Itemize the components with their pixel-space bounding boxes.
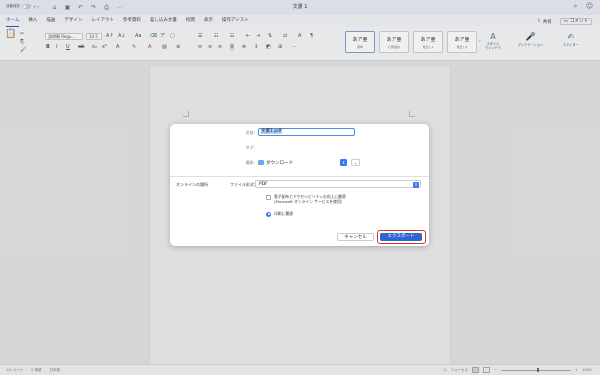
option-print[interactable]: 印刷に最適 xyxy=(266,211,293,217)
filename-input[interactable]: 文書1.pdf xyxy=(258,128,355,136)
folder-icon xyxy=(258,160,264,165)
where-label: 場所: xyxy=(245,160,255,165)
file-format-value: PDF xyxy=(259,182,268,187)
tags-label: タグ: xyxy=(245,145,255,150)
cancel-button[interactable]: キャンセル xyxy=(337,233,374,241)
option-accessibility[interactable]: 電子配布とアクセシビリティの向上に最適 (Microsoft オンライン サービ… xyxy=(266,194,346,204)
online-locations-button[interactable]: オンラインの場所 xyxy=(176,182,208,188)
location-select[interactable]: ダウンロード ⇕ ⌄ xyxy=(258,159,360,166)
option-accessibility-checkbox[interactable] xyxy=(266,194,271,200)
divider xyxy=(170,176,429,177)
location-value: ダウンロード xyxy=(266,160,293,166)
name-label: 名前: xyxy=(245,130,255,135)
filename-value: 文書1.pdf xyxy=(261,129,282,134)
tags-input[interactable] xyxy=(258,143,355,151)
export-button[interactable]: エクスポート xyxy=(380,233,422,241)
export-dialog: 名前: 文書1.pdf タグ: 場所: ダウンロード ⇕ ⌄ オンラインの場所 … xyxy=(170,124,429,246)
file-format-label: ファイル形式: xyxy=(230,182,256,187)
option-print-radio[interactable] xyxy=(266,211,271,217)
option-print-label: 印刷に最適 xyxy=(274,211,293,216)
updown-chevron-icon[interactable]: ⇕ xyxy=(340,159,347,166)
expand-chevron-icon[interactable]: ⌄ xyxy=(351,159,360,166)
option-accessibility-sublabel: (Microsoft オンライン サービスを使用) xyxy=(274,199,343,204)
export-highlight: エクスポート xyxy=(377,230,426,244)
updown-chevron-icon: ⇕ xyxy=(413,181,419,188)
file-format-select[interactable]: PDF ⇕ xyxy=(255,180,421,188)
